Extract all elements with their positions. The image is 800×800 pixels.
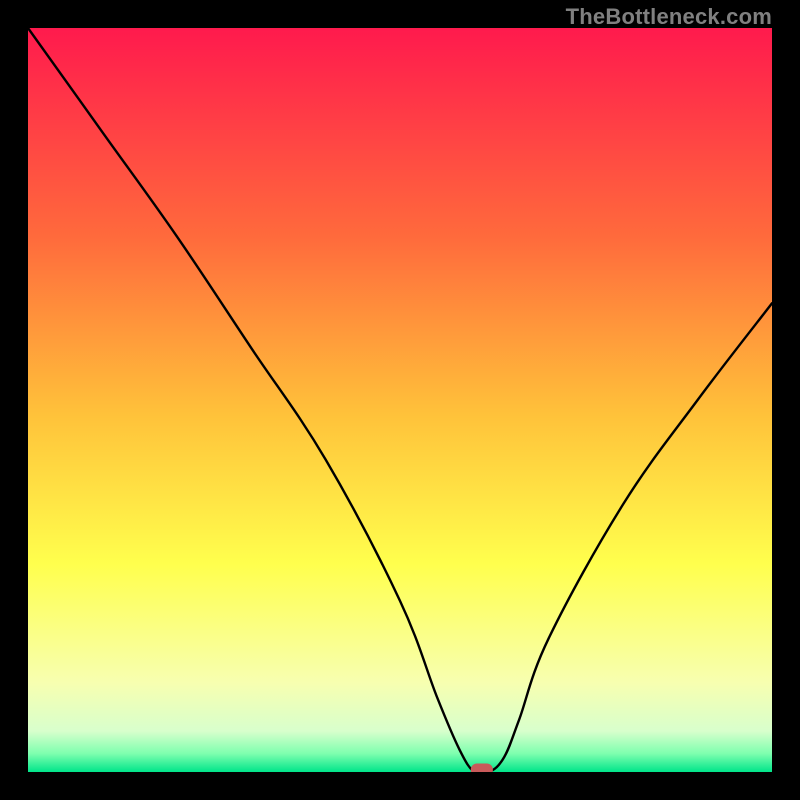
chart-frame: TheBottleneck.com <box>0 0 800 800</box>
watermark-label: TheBottleneck.com <box>566 4 772 30</box>
plot-area <box>28 28 772 772</box>
chart-svg <box>28 28 772 772</box>
optimal-marker <box>471 764 493 773</box>
background-gradient <box>28 28 772 772</box>
